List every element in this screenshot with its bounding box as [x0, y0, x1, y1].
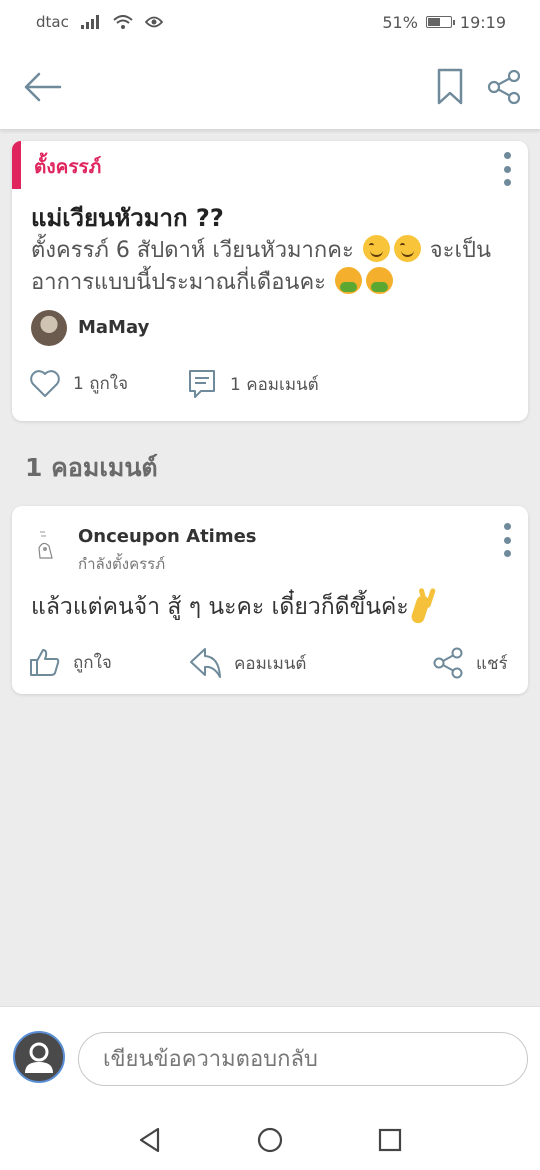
- post-body: ตั้งครรภ์ 6 สัปดาห์ เวียนหัวมากคะ จะเป็น…: [31, 235, 517, 299]
- signal-icon: [80, 15, 99, 29]
- nav-recents-icon[interactable]: [376, 1126, 404, 1154]
- reply-arrow-icon: [190, 648, 221, 678]
- comment-reply-label: คอมเมนต์: [234, 653, 307, 674]
- reply-bar: [0, 1006, 540, 1110]
- battery-percent: 51%: [382, 12, 418, 32]
- tag-accent-bar: [12, 141, 21, 189]
- user-avatar[interactable]: [13, 1031, 65, 1083]
- heart-icon: [30, 370, 60, 397]
- commenter-avatar[interactable]: [31, 528, 61, 562]
- wifi-icon: [113, 15, 133, 29]
- status-bar: dtac 51% 19:19: [0, 0, 540, 44]
- comment-button[interactable]: 1 คอมเมนต์: [186, 368, 319, 400]
- comment-text-content: แล้วแต่คนจ้า สู้ ๆ นะคะ เดี๋ยวก็ดีขึ้นค่…: [31, 594, 409, 620]
- nav-home-icon[interactable]: [256, 1126, 284, 1154]
- comment-like-label: ถูกใจ: [73, 652, 112, 673]
- nauseated-face-emoji-icon: [334, 267, 362, 294]
- bookmark-icon[interactable]: [436, 68, 464, 106]
- battery-icon: [425, 16, 455, 28]
- system-navigation-bar: [0, 1110, 540, 1170]
- user-icon: [25, 1042, 53, 1073]
- author-name[interactable]: MaMay: [78, 317, 149, 338]
- smiling-face-emoji-icon: [393, 235, 421, 262]
- reply-input[interactable]: [78, 1032, 528, 1086]
- thumbs-up-icon: [30, 649, 60, 676]
- comment-share-button[interactable]: แชร์: [432, 647, 508, 679]
- post-body-text-1: ตั้งครรภ์ 6 สัปดาห์ เวียนหัวมากคะ: [31, 238, 354, 263]
- more-options-icon[interactable]: [500, 523, 514, 557]
- comment-share-label: แชร์: [476, 653, 508, 674]
- comments-heading: 1 คอมเมนต์: [25, 453, 158, 482]
- comment-text: แล้วแต่คนจ้า สู้ ๆ นะคะ เดี๋ยวก็ดีขึ้นค่…: [31, 588, 440, 625]
- back-arrow-icon[interactable]: [22, 69, 62, 105]
- comment-card: Onceupon Atimes กำลังตั้งครรภ์ แล้วแต่คน…: [12, 506, 528, 694]
- author-avatar[interactable]: [31, 310, 67, 346]
- nauseated-face-emoji-icon: [365, 267, 393, 294]
- clock: 19:19: [459, 12, 506, 32]
- comment-icon: [189, 370, 215, 398]
- post-card: ตั้งครรภ์ แม่เวียนหัวมาก ?? ตั้งครรภ์ 6 …: [12, 141, 528, 421]
- more-options-icon[interactable]: [500, 152, 514, 186]
- comment-like-button[interactable]: ถูกใจ: [29, 647, 112, 677]
- battery-fill: [427, 18, 441, 26]
- post-title: แม่เวียนหัวมาก ??: [31, 204, 224, 232]
- share-icon[interactable]: [486, 69, 522, 105]
- post-category-tag[interactable]: ตั้งครรภ์: [34, 152, 101, 182]
- smiling-face-emoji-icon: [362, 235, 390, 262]
- nav-back-icon[interactable]: [136, 1126, 164, 1154]
- commenter-status: กำลังตั้งครรภ์: [78, 555, 166, 573]
- share-icon: [433, 647, 463, 679]
- comment-count-label: 1 คอมเมนต์: [230, 374, 319, 395]
- commenter-name[interactable]: Onceupon Atimes: [78, 526, 257, 547]
- comment-reply-button[interactable]: คอมเมนต์: [188, 647, 306, 679]
- victory-hand-emoji-icon: [416, 588, 440, 618]
- like-count-label: 1 ถูกใจ: [73, 373, 129, 394]
- like-button[interactable]: 1 ถูกใจ: [29, 368, 128, 398]
- carrier-label: dtac: [36, 13, 69, 31]
- app-bar: [0, 44, 540, 130]
- eye-comfort-icon: [144, 16, 163, 28]
